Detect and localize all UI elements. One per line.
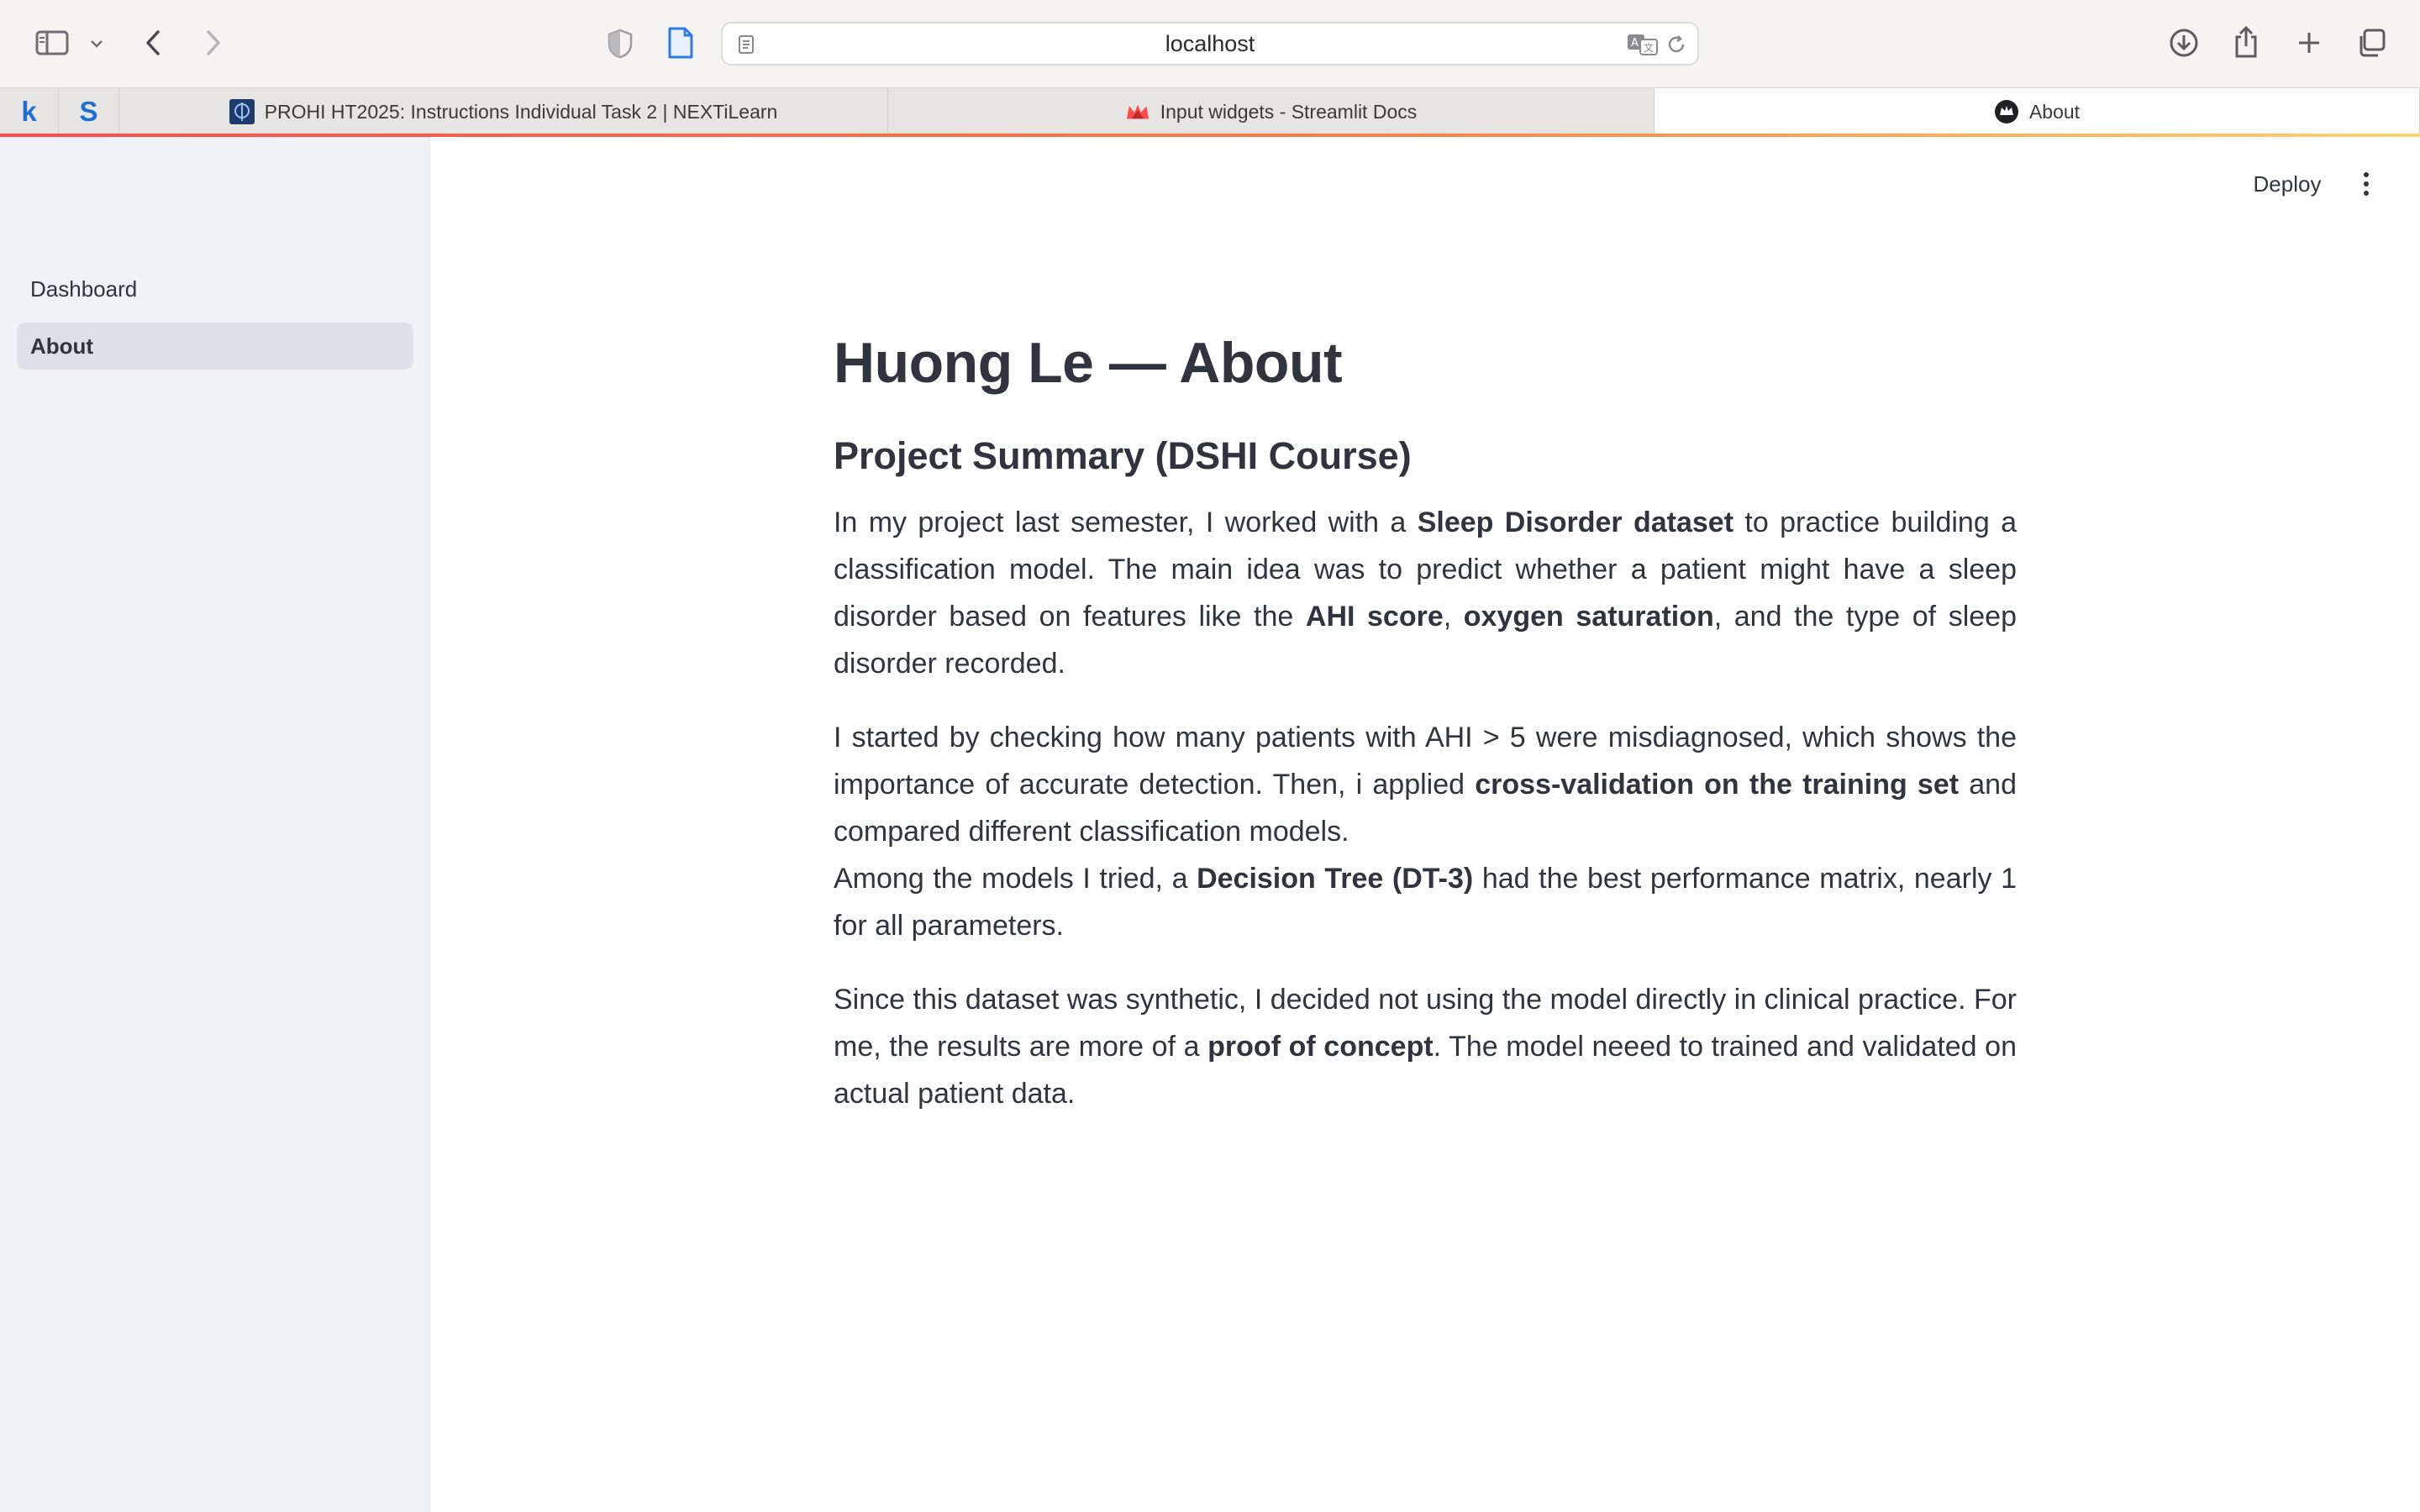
sidebar-item-label: About	[30, 333, 94, 359]
tab-streamlit-docs[interactable]: Input widgets - Streamlit Docs	[888, 88, 1655, 135]
page-icon[interactable]	[664, 24, 697, 62]
privacy-shield-icon[interactable]	[603, 25, 637, 62]
paragraph-method: I started by checking how many patients …	[834, 722, 2017, 848]
nextilearn-favicon-icon	[229, 99, 255, 124]
paragraph-intro: In my project last semester, I worked wi…	[834, 507, 2018, 680]
reload-icon[interactable]	[1664, 32, 1689, 57]
tab-about[interactable]: About	[1655, 88, 2420, 135]
back-arrow-icon[interactable]	[136, 25, 170, 60]
section-heading: Project Summary (DSHI Course)	[834, 434, 1412, 477]
streamlit-app-icon	[1994, 99, 2019, 124]
tab-overview-icon[interactable]	[2353, 24, 2390, 62]
sidebar-toggle-icon[interactable]	[32, 25, 72, 60]
page-title: Huong Le — About	[834, 331, 1343, 395]
tab-label: Input widgets - Streamlit Docs	[1160, 100, 1418, 123]
new-tab-plus-icon[interactable]	[2292, 25, 2326, 60]
browser-toolbar: localhost A文	[0, 0, 2420, 87]
sidebar-item-label: Dashboard	[30, 276, 138, 302]
url-text: localhost	[1165, 30, 1255, 56]
share-icon[interactable]	[2228, 22, 2264, 62]
tab-label: PROHI HT2025: Instructions Individual Ta…	[264, 100, 778, 123]
paragraph-results: Among the models I tried, a Decision Tre…	[834, 863, 2017, 942]
main-menu-icon[interactable]	[2349, 166, 2383, 202]
deploy-button[interactable]: Deploy	[2235, 165, 2339, 203]
sidebar-item-dashboard[interactable]: Dashboard	[17, 265, 413, 312]
download-icon[interactable]	[2166, 24, 2202, 62]
address-bar[interactable]: localhost A文	[721, 22, 1699, 66]
pinned-tab-k[interactable]: k	[0, 88, 59, 135]
tab-label: About	[2028, 100, 2081, 123]
translate-icon[interactable]: A文	[1625, 32, 1660, 57]
forward-arrow-icon[interactable]	[197, 25, 230, 60]
sidebar: Dashboard About	[0, 137, 430, 1512]
svg-text:A: A	[1631, 37, 1639, 50]
chevron-down-icon[interactable]	[84, 32, 109, 55]
paragraph-conclusion: Since this dataset was synthetic, I deci…	[834, 984, 2017, 1110]
pinned-tab-s[interactable]: S	[59, 88, 119, 135]
sidebar-item-about[interactable]: About	[17, 323, 413, 370]
tab-bar: k S PROHI HT2025: Instructions Individua…	[0, 87, 2420, 135]
tab-nextilearn[interactable]: PROHI HT2025: Instructions Individual Ta…	[119, 88, 888, 135]
svg-text:文: 文	[1644, 41, 1654, 54]
main-content: Huong Le — About Project Summary (DSHI C…	[834, 319, 2017, 1117]
streamlit-crown-icon	[1125, 99, 1150, 124]
